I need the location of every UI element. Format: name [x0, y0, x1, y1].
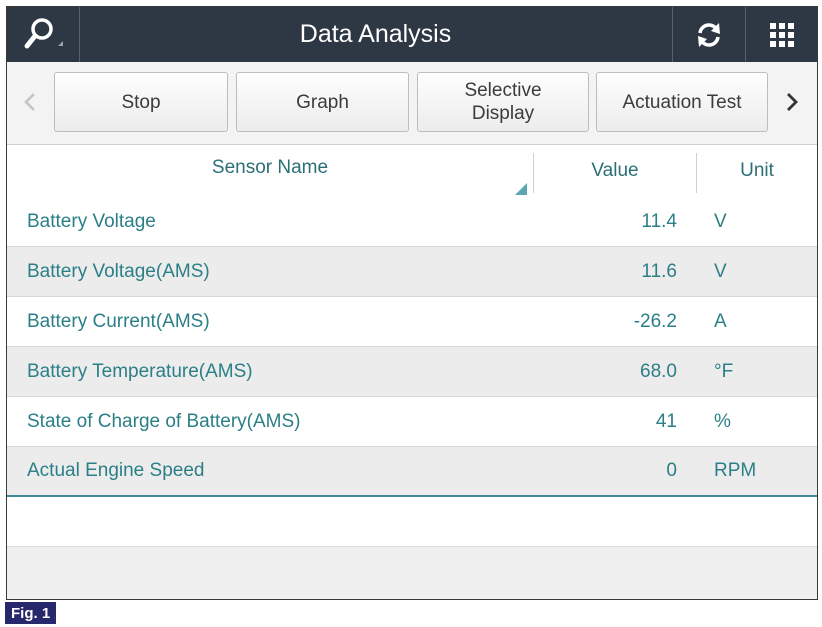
- refresh-button[interactable]: [673, 7, 745, 62]
- search-icon: [24, 17, 63, 48]
- sensor-value: 68.0: [640, 360, 677, 382]
- stop-button[interactable]: Stop: [54, 72, 228, 132]
- empty-row: [7, 497, 817, 547]
- figure-label: Fig. 1: [5, 602, 57, 624]
- sensor-name: Battery Temperature(AMS): [27, 360, 253, 382]
- actuation-test-button[interactable]: Actuation Test: [596, 72, 768, 132]
- sensor-value: 41: [655, 410, 677, 432]
- menu-button[interactable]: [746, 7, 817, 62]
- sensor-name: Actual Engine Speed: [27, 460, 205, 481]
- table-row[interactable]: State of Charge of Battery(AMS) 41 %: [7, 397, 817, 447]
- column-header-sensor-name[interactable]: Sensor Name: [7, 145, 533, 197]
- sensor-name: Battery Current(AMS): [27, 310, 210, 332]
- app-window: Data Analysis Stop Graph Selective Displ…: [6, 6, 818, 600]
- table-row[interactable]: Battery Current(AMS) -26.2 A: [7, 297, 817, 347]
- search-button[interactable]: [7, 7, 79, 62]
- table-row[interactable]: Actual Engine Speed 0 RPM: [7, 447, 817, 497]
- sensor-unit: %: [714, 410, 731, 432]
- chevron-right-icon: [787, 93, 798, 111]
- sensor-unit: V: [714, 260, 727, 282]
- sensor-unit: V: [714, 210, 727, 232]
- refresh-icon: [698, 22, 720, 47]
- grid-menu-icon: [769, 22, 794, 47]
- sensor-value: 11.4: [641, 210, 677, 232]
- table-header: Sensor Name Value Unit: [7, 145, 817, 198]
- scroll-right-button[interactable]: [777, 72, 807, 132]
- selective-display-button[interactable]: Selective Display: [417, 72, 589, 132]
- sensor-unit: °F: [714, 360, 734, 382]
- graph-button[interactable]: Graph: [236, 72, 409, 132]
- table-row[interactable]: Battery Voltage(AMS) 11.6 V: [7, 247, 817, 297]
- column-header-value[interactable]: Value: [534, 145, 696, 197]
- sensor-name: Battery Voltage: [27, 210, 156, 232]
- column-header-unit[interactable]: Unit: [697, 145, 817, 197]
- sort-indicator-icon: [515, 183, 527, 195]
- sensor-unit: A: [714, 310, 727, 332]
- page-title: Data Analysis: [299, 20, 452, 48]
- sensor-name: State of Charge of Battery(AMS): [27, 410, 301, 432]
- sensor-value: 11.6: [641, 260, 677, 282]
- sensor-value: -26.2: [633, 310, 677, 332]
- scroll-left-button[interactable]: [15, 72, 45, 132]
- table-row[interactable]: Battery Voltage 11.4 V: [7, 197, 817, 247]
- app-header: Data Analysis: [7, 7, 817, 62]
- empty-row: [7, 547, 817, 597]
- sensor-unit: RPM: [714, 460, 757, 481]
- table-row[interactable]: Battery Temperature(AMS) 68.0 °F: [7, 347, 817, 397]
- sensor-value: 0: [666, 460, 677, 481]
- toolbar: Stop Graph Selective Display Actuation T…: [7, 62, 817, 145]
- sensor-name: Battery Voltage(AMS): [27, 260, 210, 282]
- chevron-left-icon: [24, 93, 35, 111]
